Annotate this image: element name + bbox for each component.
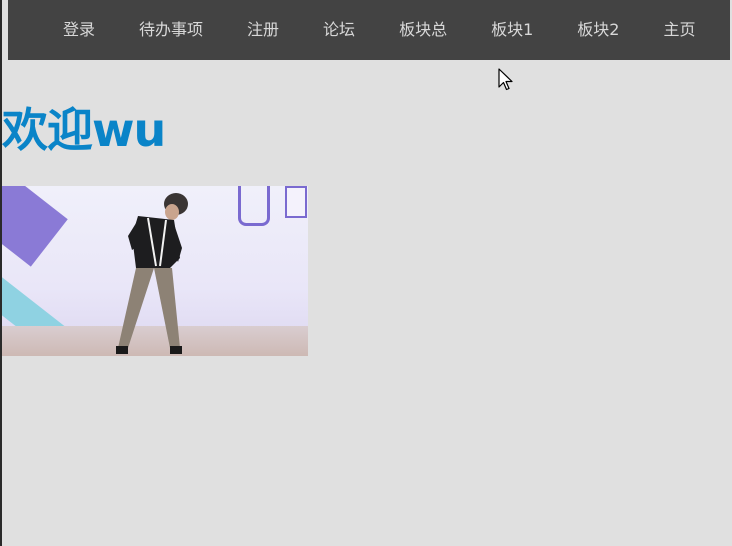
- nav-item-board-2[interactable]: 板块2: [564, 0, 632, 60]
- top-navbar: 登录 待办事项 注册 论坛 板块总 板块1 板块2 主页: [8, 0, 730, 60]
- dancer-figure: [116, 193, 188, 354]
- nav-item-forum[interactable]: 论坛: [310, 0, 368, 60]
- image-stripe-purple: [2, 186, 68, 267]
- nav-item-board-all[interactable]: 板块总: [386, 0, 460, 60]
- image-logo-badge: [238, 186, 270, 226]
- nav-item-register[interactable]: 注册: [234, 0, 292, 60]
- nav-item-login[interactable]: 登录: [50, 0, 108, 60]
- nav-item-board-1[interactable]: 板块1: [478, 0, 546, 60]
- nav-item-todo[interactable]: 待办事项: [126, 0, 216, 60]
- welcome-heading: 欢迎wu: [2, 103, 166, 157]
- nav-list: 登录 待办事项 注册 论坛 板块总 板块1 板块2 主页: [50, 0, 726, 60]
- mouse-cursor-icon: [498, 68, 513, 91]
- dance-image: [2, 186, 308, 356]
- nav-item-home[interactable]: 主页: [650, 0, 708, 60]
- image-logo-badge-secondary: [285, 186, 307, 218]
